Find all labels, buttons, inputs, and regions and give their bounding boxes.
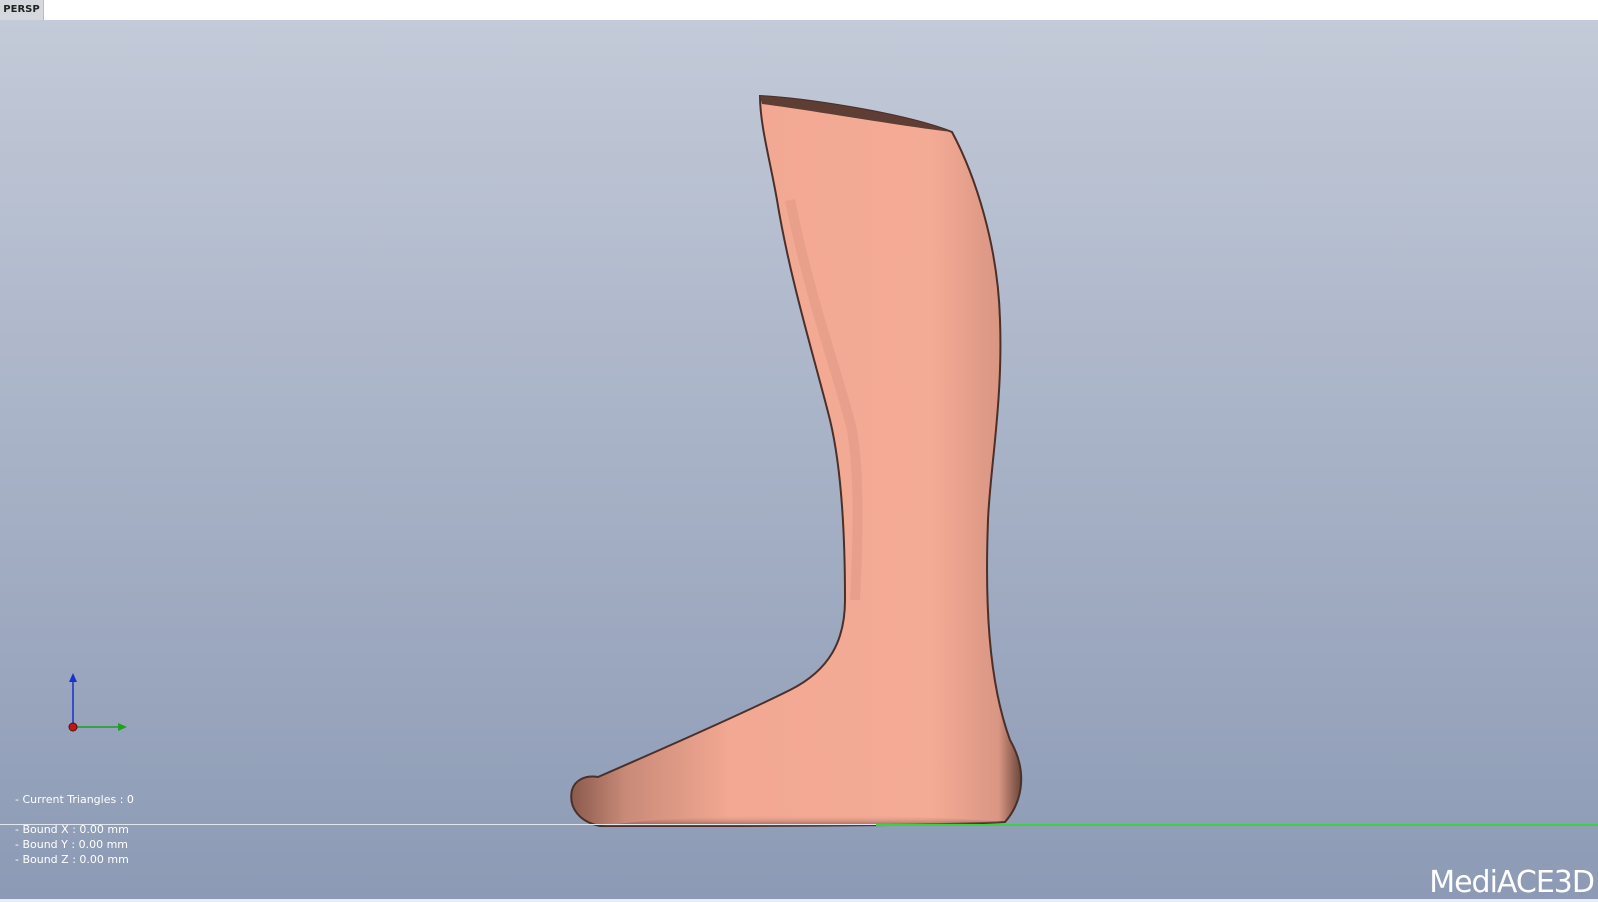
bound-z-readout: - Bound Z : 0.00 mm	[15, 853, 129, 866]
logo-text: MediACE3D	[1429, 865, 1595, 900]
bound-y-readout: - Bound Y : 0.00 mm	[15, 838, 129, 851]
bound-x-readout: - Bound X : 0.00 mm	[15, 823, 129, 836]
current-triangles-readout: - Current Triangles : 0	[15, 793, 134, 806]
leg-model[interactable]	[0, 20, 1598, 902]
progress-bar	[876, 824, 1598, 826]
view-mode-tab[interactable]: PERSP	[0, 0, 44, 20]
axis-origin-icon	[68, 722, 78, 732]
z-axis-arrow-icon	[69, 673, 77, 682]
axis-gizmo	[68, 673, 127, 732]
x-axis-arrow-icon	[118, 723, 127, 731]
3d-viewport[interactable]: - Current Triangles : 0 - Bound X : 0.00…	[0, 20, 1598, 902]
mediace3d-logo: MediACE3D	[1429, 850, 1595, 900]
bounds-readout: - Bound X : 0.00 mm - Bound Y : 0.00 mm …	[15, 822, 129, 867]
viewport-toolbar: PERSP	[0, 0, 1598, 20]
